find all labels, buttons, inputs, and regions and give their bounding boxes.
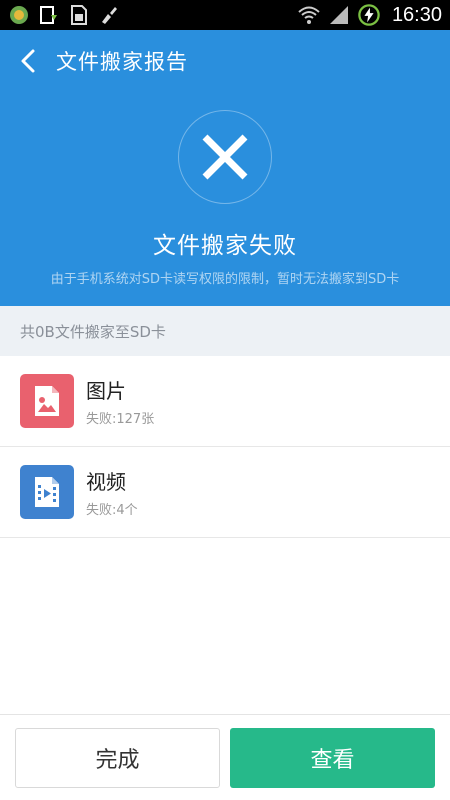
app-notification-icon	[8, 4, 30, 26]
header: 文件搬家报告 文件搬家失败 由于手机系统对SD卡读写权限的限制，暂时无法搬家到S…	[0, 30, 450, 306]
item-name: 图片	[86, 379, 126, 403]
status-bar: 16:30	[0, 0, 450, 30]
close-icon	[202, 134, 248, 180]
summary-text: 共0B文件搬家至SD卡	[20, 322, 166, 341]
battery-charging-icon	[358, 4, 380, 26]
sim-card-icon	[68, 4, 90, 26]
fail-status-badge	[178, 110, 272, 204]
result-description: 由于手机系统对SD卡读写权限的限制，暂时无法搬家到SD卡	[50, 272, 400, 287]
item-status: 失败:127张	[86, 412, 155, 427]
video-icon	[35, 477, 59, 507]
images-icon-tile	[20, 374, 74, 428]
cleaner-icon	[98, 4, 120, 26]
item-status: 失败:4个	[86, 503, 138, 518]
status-left-icons	[8, 4, 120, 26]
item-name: 视频	[86, 470, 126, 494]
bottom-action-bar: 完成 查看	[0, 714, 450, 800]
summary-band: 共0B文件搬家至SD卡	[0, 306, 450, 356]
list-item-videos[interactable]: 视频 失败:4个	[0, 447, 450, 538]
signal-icon	[328, 4, 350, 26]
image-icon	[35, 386, 59, 416]
back-button[interactable]	[0, 30, 56, 92]
title-bar: 文件搬家报告	[0, 30, 450, 92]
videos-text: 视频 失败:4个	[86, 466, 138, 518]
done-button[interactable]: 完成	[15, 728, 220, 788]
wifi-icon	[298, 4, 320, 26]
page-title: 文件搬家报告	[56, 50, 188, 74]
view-button[interactable]: 查看	[230, 728, 435, 788]
videos-icon-tile	[20, 465, 74, 519]
download-notification-icon	[38, 4, 60, 26]
result-title: 文件搬家失败	[153, 233, 297, 259]
images-text: 图片 失败:127张	[86, 375, 154, 427]
status-time: 16:30	[391, 3, 442, 26]
list-item-images[interactable]: 图片 失败:127张	[0, 356, 450, 447]
chevron-left-icon	[21, 49, 35, 73]
status-right-icons: 16:30	[298, 4, 442, 27]
result-list: 图片 失败:127张 视频 失败:4个	[0, 356, 450, 538]
